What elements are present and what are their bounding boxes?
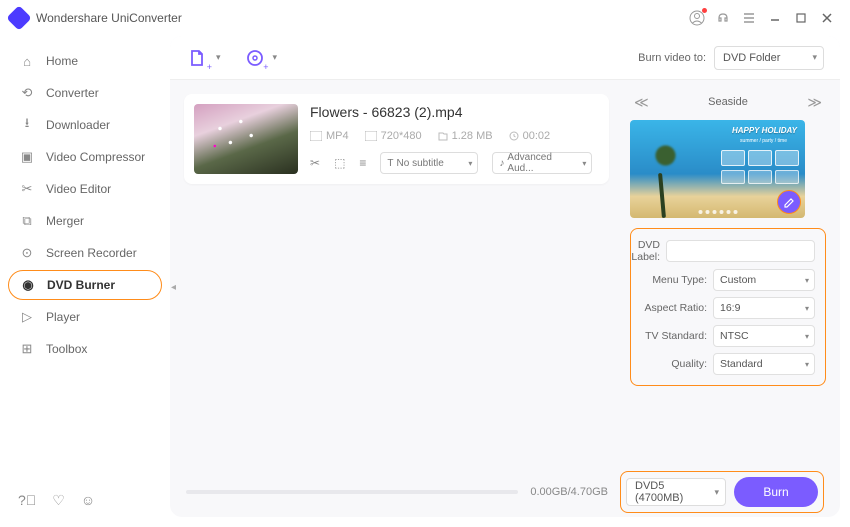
app-title: Wondershare UniConverter <box>36 11 182 25</box>
file-duration: 00:02 <box>509 130 551 142</box>
sidebar-item-recorder[interactable]: ⊙Screen Recorder <box>8 238 162 268</box>
home-icon: ⌂ <box>18 54 36 69</box>
maximize-button[interactable] <box>788 5 814 31</box>
template-name: Seaside <box>708 96 748 108</box>
sidebar-item-merger[interactable]: ⧉Merger <box>8 206 162 236</box>
load-disc-button[interactable]: + <box>243 46 267 70</box>
minimize-button[interactable] <box>762 5 788 31</box>
disc-usage-progress <box>186 490 518 494</box>
template-prev-button[interactable]: ≪ <box>630 94 653 111</box>
template-preview: HAPPY HOLIDAY summer / party / time <box>630 120 805 218</box>
edit-template-button[interactable] <box>777 190 801 214</box>
download-icon: ⭳ <box>18 114 36 136</box>
toolbox-icon: ⊞ <box>18 341 36 357</box>
collapse-sidebar-button[interactable]: ◂ <box>171 282 176 293</box>
crop-icon[interactable]: ⬚ <box>334 156 345 170</box>
burn-to-label: Burn video to: <box>638 52 706 64</box>
dvd-label-label: DVD Label: <box>631 239 666 263</box>
file-resolution: 720*480 <box>365 130 422 142</box>
disc-type-select[interactable]: DVD5 (4700MB) <box>626 478 726 506</box>
notification-icon[interactable]: ♡ <box>52 492 65 509</box>
disc-usage-text: 0.00GB/4.70GB <box>530 486 608 498</box>
sidebar-item-converter[interactable]: ⟲Converter <box>8 78 162 108</box>
template-next-button[interactable]: ≫ <box>803 94 826 111</box>
dvd-icon: ◉ <box>19 277 37 293</box>
sidebar-item-downloader[interactable]: ⭳Downloader <box>8 110 162 140</box>
close-button[interactable] <box>814 5 840 31</box>
account-icon[interactable] <box>684 5 710 31</box>
tv-standard-select[interactable]: NTSC <box>713 325 815 347</box>
sidebar-item-dvd-burner[interactable]: ◉DVD Burner <box>8 270 162 300</box>
add-file-button[interactable]: + <box>186 46 210 70</box>
aspect-ratio-label: Aspect Ratio: <box>631 302 713 314</box>
video-thumbnail[interactable] <box>194 104 298 174</box>
file-size: 1.28 MB <box>438 130 493 142</box>
quality-select[interactable]: Standard <box>713 353 815 375</box>
support-icon[interactable] <box>710 5 736 31</box>
menu-type-label: Menu Type: <box>631 274 713 286</box>
load-disc-dropdown[interactable]: ▾ <box>273 52 278 63</box>
dvd-settings-panel: DVD Label: Menu Type: Custom Aspect Rati… <box>630 228 826 386</box>
menu-type-select[interactable]: Custom <box>713 269 815 291</box>
sidebar-item-home[interactable]: ⌂Home <box>8 46 162 76</box>
file-title: Flowers - 66823 (2).mp4 <box>310 104 599 120</box>
burn-to-select[interactable]: DVD Folder <box>714 46 824 70</box>
converter-icon: ⟲ <box>18 85 36 101</box>
sidebar-item-toolbox[interactable]: ⊞Toolbox <box>8 334 162 364</box>
template-banner: HAPPY HOLIDAY <box>732 126 797 135</box>
burn-button[interactable]: Burn <box>734 477 818 507</box>
menu-icon[interactable] <box>736 5 762 31</box>
help-icon[interactable]: ?⃝ <box>18 492 36 509</box>
file-format: MP4 <box>310 130 349 142</box>
audio-select[interactable]: ♪ Advanced Aud... <box>492 152 592 174</box>
sidebar-item-compressor[interactable]: ▣Video Compressor <box>8 142 162 172</box>
editor-icon: ✂ <box>18 181 36 197</box>
aspect-ratio-select[interactable]: 16:9 <box>713 297 815 319</box>
tv-standard-label: TV Standard: <box>631 330 713 342</box>
dvd-label-input[interactable] <box>666 240 815 262</box>
sidebar-item-editor[interactable]: ✂Video Editor <box>8 174 162 204</box>
app-logo <box>6 5 31 30</box>
recorder-icon: ⊙ <box>18 245 36 261</box>
sidebar-item-player[interactable]: ▷Player <box>8 302 162 332</box>
quality-label: Quality: <box>631 358 713 370</box>
trim-icon[interactable]: ✂ <box>310 156 320 170</box>
file-card: Flowers - 66823 (2).mp4 MP4 720*480 1.28… <box>184 94 609 184</box>
feedback-icon[interactable]: ☺ <box>81 492 95 509</box>
subtitle-select[interactable]: T No subtitle <box>380 152 478 174</box>
add-file-dropdown[interactable]: ▾ <box>216 52 221 63</box>
more-icon[interactable]: ≡ <box>359 156 366 170</box>
player-icon: ▷ <box>18 309 36 325</box>
merger-icon: ⧉ <box>18 213 36 229</box>
compress-icon: ▣ <box>18 149 36 165</box>
